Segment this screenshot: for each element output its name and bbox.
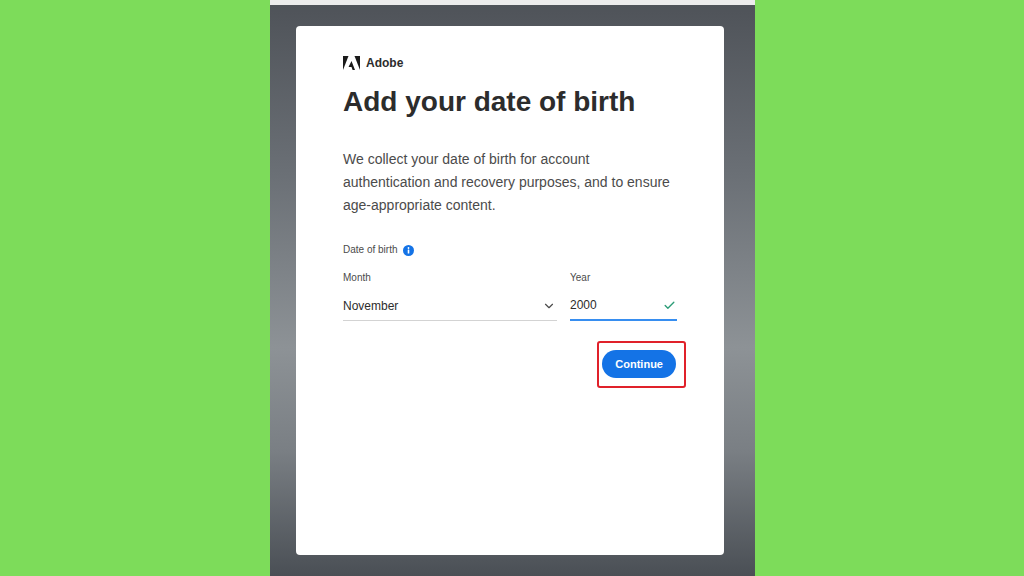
brand-name: Adobe [366,56,403,70]
page: Adobe Add your date of birth We collect yo… [0,0,1024,576]
year-input[interactable]: 2000 [570,295,677,321]
adobe-logo-icon [343,56,360,70]
month-label: Month [343,271,557,285]
browser-column: Adobe Add your date of birth We collect yo… [270,0,755,576]
check-icon [663,299,676,312]
page-title: Add your date of birth [343,85,677,119]
info-icon[interactable] [403,245,414,256]
year-label: Year [570,271,677,285]
dob-card: Adobe Add your date of birth We collect yo… [296,26,724,555]
chevron-down-icon [542,299,556,313]
continue-button[interactable]: Continue [602,350,676,378]
description: We collect your date of birth for accoun… [343,148,677,217]
month-select[interactable]: November [343,295,557,321]
month-value: November [343,299,398,313]
brand: Adobe [343,55,677,71]
year-field: Year 2000 [570,271,677,321]
year-value: 2000 [570,298,597,312]
right-background [755,0,1024,576]
left-background [0,0,270,576]
dob-label-row: Date of birth [343,243,677,257]
highlight-box: Continue [597,341,686,388]
button-row: Continue [343,341,686,388]
month-field: Month November [343,271,557,321]
background-photo: Adobe Add your date of birth We collect yo… [270,5,755,576]
fields-row: Month November Year 2000 [343,271,677,321]
dob-label: Date of birth [343,243,397,257]
